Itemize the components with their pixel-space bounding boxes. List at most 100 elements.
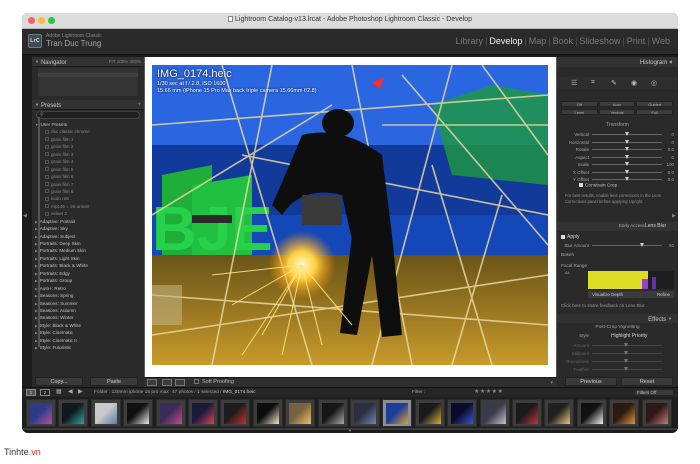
slider-knob[interactable] xyxy=(624,359,628,363)
navigator-header[interactable]: ▼ Navigator FIT 100% 400% xyxy=(32,57,144,67)
add-preset-icon[interactable]: + xyxy=(137,100,141,110)
user-preset-item[interactable]: grain film 7 xyxy=(35,181,141,188)
filmstrip-thumbnail[interactable] xyxy=(285,399,316,427)
slider-value[interactable]: 100 xyxy=(666,161,674,168)
slider-value[interactable]: 0.0 xyxy=(668,176,674,183)
constrain-crop-checkbox[interactable] xyxy=(579,183,583,187)
user-preset-item[interactable]: grain film 3 xyxy=(35,151,141,158)
preset-group[interactable]: ▶ Style: Black & White xyxy=(35,322,141,329)
user-preset-item[interactable]: velvet 2 xyxy=(35,210,141,217)
zoom-400[interactable]: 400% xyxy=(129,59,141,64)
preset-group[interactable]: ▶ Seasons: Spring xyxy=(35,292,141,299)
filmstrip-thumbnail[interactable] xyxy=(317,399,348,427)
preset-group[interactable]: ▶ Style: Futuristic xyxy=(35,344,141,351)
filmstrip-thumbnail[interactable] xyxy=(576,399,607,427)
user-preset-item[interactable]: kodo m8 xyxy=(35,195,141,202)
slider-knob[interactable] xyxy=(624,147,629,151)
user-preset-item[interactable]: grain film 5 xyxy=(35,166,141,173)
slider-value[interactable]: 0 xyxy=(671,131,674,138)
filmstrip-thumbnail[interactable] xyxy=(609,399,640,427)
refine-label[interactable]: Refine xyxy=(657,291,670,298)
preset-group[interactable]: ▶ Portraits: Black & White xyxy=(35,262,141,269)
slider-knob[interactable] xyxy=(624,351,628,355)
slider-track[interactable] xyxy=(592,243,662,247)
upright-guided-button[interactable]: Guided xyxy=(636,101,674,107)
filmstrip-thumbnail[interactable] xyxy=(26,399,56,427)
crop-icon[interactable]: ⌗ xyxy=(591,79,595,87)
develop-photo[interactable]: BJE IMG_0174.heic 1/30 sec at f / 2.8, I… xyxy=(152,65,548,365)
user-preset-item[interactable]: grain film 2 xyxy=(35,143,141,150)
slider-knob[interactable] xyxy=(624,154,629,159)
vignette-slider-roundness[interactable]: Roundness xyxy=(561,358,674,365)
back-arrow-icon[interactable]: ◀ xyxy=(68,388,73,395)
user-preset-item[interactable]: grain film 8 xyxy=(35,188,141,195)
upright-auto-button[interactable]: Auto xyxy=(598,101,636,107)
slider-track[interactable] xyxy=(592,343,662,347)
preset-group[interactable]: ▶ Portraits: Edgy xyxy=(35,270,141,277)
grid-view-icon[interactable]: ▦ xyxy=(56,388,62,395)
slider-track[interactable] xyxy=(592,139,662,144)
rating-filter-stars[interactable]: ★★★★★ xyxy=(474,388,503,395)
lens-blur-header[interactable]: Early Access Lens Blur xyxy=(557,222,678,231)
transform-slider-vertical[interactable]: Vertical 0 xyxy=(561,131,674,138)
preset-group[interactable]: ▶ Style: Cinematic xyxy=(35,329,141,336)
slider-knob[interactable] xyxy=(624,367,628,371)
preset-group[interactable]: ▶ Adaptive: Portrait xyxy=(35,218,141,225)
slider-knob[interactable] xyxy=(624,177,629,181)
image-canvas[interactable]: BJE IMG_0174.heic 1/30 sec at f / 2.8, I… xyxy=(144,57,557,377)
slider-value[interactable]: 0.0 xyxy=(668,146,674,153)
constrain-crop-toggle[interactable]: Constrain Crop xyxy=(579,183,617,189)
focal-range-histogram[interactable] xyxy=(588,271,674,289)
upright-full-button[interactable]: Full xyxy=(636,109,674,115)
module-web[interactable]: Web xyxy=(650,36,672,46)
slider-track[interactable] xyxy=(592,154,662,159)
masking-icon[interactable]: ◎ xyxy=(651,79,657,87)
transform-slider-rotate[interactable]: Rotate 0.0 xyxy=(561,146,674,153)
filmstrip-thumbnail[interactable] xyxy=(220,399,251,427)
slider-value[interactable]: 0.0 xyxy=(668,169,674,176)
reset-button[interactable]: Reset xyxy=(621,377,673,386)
filmstrip-thumbnail[interactable] xyxy=(641,399,672,427)
slider-track[interactable] xyxy=(592,177,662,181)
soft-proofing-toggle[interactable]: Soft Proofing xyxy=(194,379,234,385)
filmstrip-thumbnail[interactable] xyxy=(382,399,413,427)
second-screen-button[interactable]: 2 xyxy=(40,389,50,396)
filmstrip-thumbnail[interactable] xyxy=(155,399,186,427)
upright-level-button[interactable]: Level xyxy=(561,109,598,115)
transform-slider-y-offset[interactable]: Y Offset 0.0 xyxy=(561,176,674,183)
preset-group[interactable]: ▶ Style: Cinematic II xyxy=(35,337,141,344)
before-after-icon[interactable] xyxy=(175,379,185,386)
module-map[interactable]: Map xyxy=(527,36,549,46)
presets-header[interactable]: ▼ Presets + xyxy=(32,100,144,110)
preset-group[interactable]: ▶ Portraits: Group xyxy=(35,277,141,284)
right-panel-toggle-icon[interactable]: ▶ xyxy=(672,213,676,219)
filmstrip-thumbnail[interactable] xyxy=(188,399,218,427)
user-preset-item[interactable]: grain film 1 xyxy=(35,136,141,143)
user-preset-item[interactable]: grain film 4 xyxy=(35,158,141,165)
preset-group[interactable]: ▶ Seasons: Winter xyxy=(35,314,141,321)
module-develop[interactable]: Develop xyxy=(487,36,524,46)
toolbar-menu-icon[interactable]: ▾ xyxy=(550,380,553,386)
transform-slider-x-offset[interactable]: X Offset 0.0 xyxy=(561,169,674,176)
filmstrip-thumbnail[interactable] xyxy=(58,399,89,427)
slider-track[interactable] xyxy=(592,351,662,355)
lens-blur-feedback-link[interactable]: Click here to share feedback on Lens Blu… xyxy=(561,303,645,308)
vignette-slider-feather[interactable]: Feather xyxy=(561,366,674,373)
slider-track[interactable] xyxy=(592,169,662,174)
slider-track[interactable] xyxy=(592,367,662,371)
vignette-slider-amount[interactable]: Amount xyxy=(561,342,674,349)
edit-sliders-icon[interactable]: ☰ xyxy=(571,79,577,87)
folder-path[interactable]: Folder : 120mm iphone 15 pro max xyxy=(94,390,169,395)
module-print[interactable]: Print xyxy=(625,36,648,46)
redeye-icon[interactable]: ◉ xyxy=(631,79,637,87)
slider-knob[interactable] xyxy=(624,162,629,166)
preset-group[interactable]: ▶ Portraits: Medium Skin xyxy=(35,247,141,254)
forward-arrow-icon[interactable]: ▶ xyxy=(78,388,83,395)
effects-header[interactable]: Effects ▼ xyxy=(557,314,678,323)
slider-knob[interactable] xyxy=(640,243,644,247)
focal-range-all[interactable]: All xyxy=(565,270,569,275)
transform-slider-horizontal[interactable]: Horizontal 0 xyxy=(561,139,674,146)
paste-settings-button[interactable]: Paste xyxy=(90,377,138,386)
preset-group[interactable]: ▶ Adaptive: Sky xyxy=(35,225,141,232)
preset-group[interactable]: ▶ Seasons: Summer xyxy=(35,300,141,307)
